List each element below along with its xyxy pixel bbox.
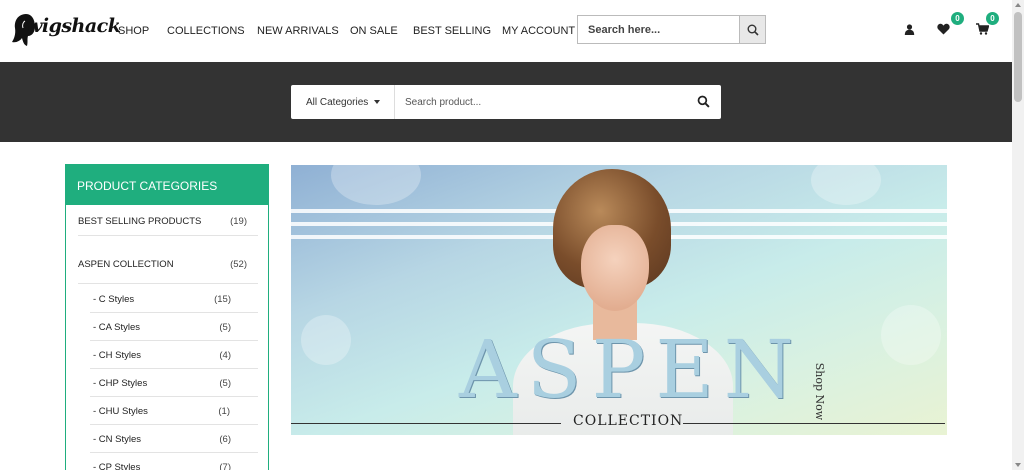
subcategory-c-styles[interactable]: - C Styles (15) [90, 285, 258, 313]
subcategory-count: (5) [219, 322, 231, 333]
scroll-down-icon[interactable] [1015, 463, 1021, 467]
product-search-input[interactable] [405, 85, 685, 119]
category-count: (52) [230, 259, 247, 270]
product-search-bar: All Categories [291, 85, 721, 119]
category-best-selling[interactable]: BEST SELLING PRODUCTS (19) [78, 205, 258, 236]
nav-best-selling[interactable]: BEST SELLING [413, 25, 491, 37]
banner-headline: ASPEN [459, 323, 804, 416]
category-aspen-collection[interactable]: ASPEN COLLECTION (52) [78, 236, 258, 284]
banner-divider [291, 423, 561, 424]
subcategory-count: (6) [219, 434, 231, 445]
subcategory-ch-styles[interactable]: - CH Styles (4) [90, 341, 258, 369]
subcategory-count: (4) [219, 350, 231, 361]
banner-divider [683, 423, 945, 424]
bokeh-light [331, 165, 421, 205]
heart-icon [936, 23, 950, 35]
subcategory-name: - C Styles [93, 294, 135, 305]
subcategory-count: (7) [219, 462, 231, 470]
product-categories-panel: PRODUCT CATEGORIES BEST SELLING PRODUCTS… [65, 164, 269, 470]
subcategory-count: (5) [219, 378, 231, 389]
bokeh-light [301, 315, 351, 365]
bokeh-light [881, 305, 941, 365]
subcategory-cn-styles[interactable]: - CN Styles (6) [90, 425, 258, 453]
subcategory-name: - CA Styles [93, 322, 140, 333]
model-face [581, 225, 649, 311]
subcategory-ca-styles[interactable]: - CA Styles (5) [90, 313, 258, 341]
subcategory-cp-styles[interactable]: - CP Styles (7) [90, 453, 258, 470]
subcategory-name: - CN Styles [93, 434, 142, 445]
nav-new-arrivals[interactable]: NEW ARRIVALS [257, 25, 339, 37]
bokeh-light [811, 165, 881, 205]
cart-icon [975, 23, 989, 35]
category-count: (19) [230, 216, 247, 227]
subcategory-name: - CHP Styles [93, 378, 148, 389]
account-button[interactable] [902, 22, 916, 36]
category-name: BEST SELLING PRODUCTS [78, 216, 202, 227]
aspen-collection-banner[interactable]: ASPEN Shop Now COLLECTION [291, 165, 947, 435]
subcategory-count: (15) [214, 294, 231, 305]
scroll-thumb[interactable] [1014, 12, 1022, 102]
search-icon [697, 95, 710, 108]
search-icon [747, 24, 759, 36]
logo-text[interactable]: wigshack [26, 15, 121, 37]
subcategory-name: - CH Styles [93, 350, 142, 361]
nav-collections[interactable]: COLLECTIONS [167, 25, 245, 37]
category-name: ASPEN COLLECTION [78, 259, 174, 270]
category-select-label: All Categories [306, 96, 369, 108]
caret-down-icon [374, 100, 381, 104]
category-select[interactable]: All Categories [291, 85, 395, 119]
subcategory-name: - CHU Styles [93, 406, 148, 417]
nav-on-sale[interactable]: ON SALE [350, 25, 398, 37]
wishlist-button[interactable] [936, 22, 950, 36]
subcategory-chu-styles[interactable]: - CHU Styles (1) [90, 397, 258, 425]
user-icon [904, 23, 914, 35]
nav-my-account[interactable]: MY ACCOUNT [502, 25, 575, 37]
page-scrollbar[interactable] [1012, 0, 1024, 470]
cart-count-badge: 0 [986, 12, 999, 25]
cart-button[interactable] [975, 22, 989, 36]
subcategory-chp-styles[interactable]: - CHP Styles (5) [90, 369, 258, 397]
subcategory-count: (1) [218, 406, 230, 417]
scroll-up-icon[interactable] [1015, 3, 1021, 7]
nav-shop[interactable]: SHOP [118, 25, 149, 37]
subcategory-name: - CP Styles [93, 462, 141, 470]
site-header: wigshack SHOP COLLECTIONS NEW ARRIVALS O… [0, 0, 1012, 62]
product-search-button[interactable] [697, 95, 711, 109]
product-categories-title: PRODUCT CATEGORIES [65, 164, 269, 205]
wishlist-count-badge: 0 [951, 12, 964, 25]
header-search-button[interactable] [739, 16, 765, 43]
banner-subtitle: COLLECTION [573, 413, 684, 429]
shop-now-link[interactable]: Shop Now [813, 363, 826, 420]
header-search-input[interactable] [578, 16, 740, 43]
header-search [577, 15, 766, 44]
